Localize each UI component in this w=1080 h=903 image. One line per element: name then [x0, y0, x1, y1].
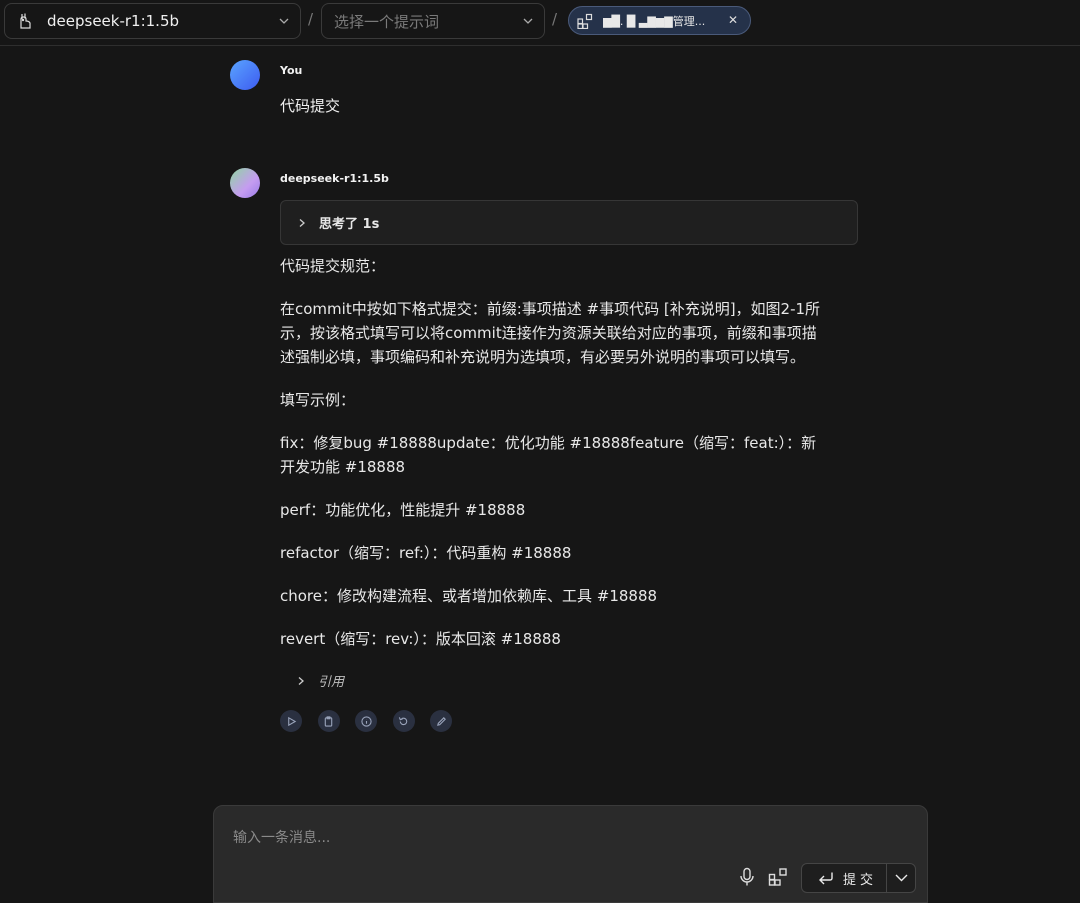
- edit-button[interactable]: [430, 710, 452, 732]
- citations-toggle[interactable]: 引用: [296, 671, 344, 690]
- reply-paragraph: refactor（缩写：ref:）：代码重构 #18888: [280, 544, 572, 562]
- user-name: You: [280, 64, 303, 77]
- message-input[interactable]: 输入一条消息...: [233, 827, 330, 847]
- thought-label: 思考了 1s: [319, 217, 380, 232]
- microphone-icon[interactable]: [738, 867, 756, 887]
- thought-toggle[interactable]: 思考了 1s: [280, 200, 858, 245]
- chip-label: ▆█. █ ▃▇▆▇管理...: [603, 14, 706, 28]
- reply-paragraph: perf：功能优化，性能提升 #18888: [280, 501, 526, 519]
- close-icon[interactable]: ✕: [728, 13, 738, 27]
- submit-button[interactable]: 提交: [802, 864, 887, 892]
- enter-icon: [819, 872, 833, 885]
- read-aloud-button[interactable]: [280, 710, 302, 732]
- reply-paragraph: 填写示例：: [280, 391, 356, 409]
- reply-paragraph: fix：修复bug #18888update：优化功能 #18888featur…: [280, 434, 817, 476]
- message-actions: [280, 710, 468, 732]
- chevron-down-icon: [523, 18, 533, 24]
- edit-icon: [436, 716, 446, 726]
- reply-paragraph: revert（缩写：rev:）：版本回滚 #18888: [280, 630, 561, 648]
- reply-paragraph: chore：修改构建流程、或者增加依赖库、工具 #18888: [280, 587, 658, 605]
- prompt-selector[interactable]: 选择一个提示词: [321, 3, 545, 39]
- submit-group: 提交: [801, 863, 916, 893]
- grid-plus-icon: [577, 13, 593, 29]
- separator: /: [552, 10, 558, 28]
- regenerate-button[interactable]: [392, 710, 415, 732]
- reply-paragraph: 在commit中按如下格式提交：前缀:事项描述 #事项代码 [补充说明]，如图2…: [280, 300, 821, 366]
- info-button[interactable]: [355, 710, 377, 732]
- separator: /: [308, 10, 314, 28]
- info-icon: [360, 715, 372, 727]
- prompt-placeholder: 选择一个提示词: [334, 12, 440, 31]
- message-composer: 输入一条消息... 提交: [213, 805, 928, 903]
- submit-label: 提交: [843, 872, 878, 888]
- llama-icon: [20, 13, 31, 29]
- user-message: 代码提交: [280, 97, 341, 115]
- top-bar: deepseek-r1:1.5b / 选择一个提示词 / ▆█. █ ▃▇▆▇管…: [0, 0, 1080, 46]
- citations-label: 引用: [318, 675, 345, 690]
- model-label: deepseek-r1:1.5b: [47, 12, 180, 30]
- reply-paragraph: 代码提交规范：: [280, 257, 386, 275]
- model-selector[interactable]: deepseek-r1:1.5b: [4, 3, 301, 39]
- regenerate-icon: [398, 716, 408, 725]
- chevron-down-icon: [895, 874, 907, 882]
- clipboard-icon: [324, 715, 333, 727]
- play-icon: [287, 716, 296, 726]
- copy-button[interactable]: [317, 710, 340, 732]
- bot-name: deepseek-r1:1.5b: [280, 172, 389, 185]
- grid-plus-icon[interactable]: [768, 867, 788, 887]
- user-avatar: [230, 60, 260, 90]
- submit-options-button[interactable]: [887, 864, 915, 892]
- chevron-right-icon: [299, 218, 305, 227]
- bot-avatar: [230, 168, 260, 198]
- assistant-reply: 代码提交规范： 在commit中按如下格式提交：前缀:事项描述 #事项代码 [补…: [280, 254, 825, 670]
- knowledge-chip[interactable]: ▆█. █ ▃▇▆▇管理... ✕: [568, 6, 751, 35]
- chevron-down-icon: [279, 18, 289, 24]
- chevron-right-icon: [298, 676, 304, 685]
